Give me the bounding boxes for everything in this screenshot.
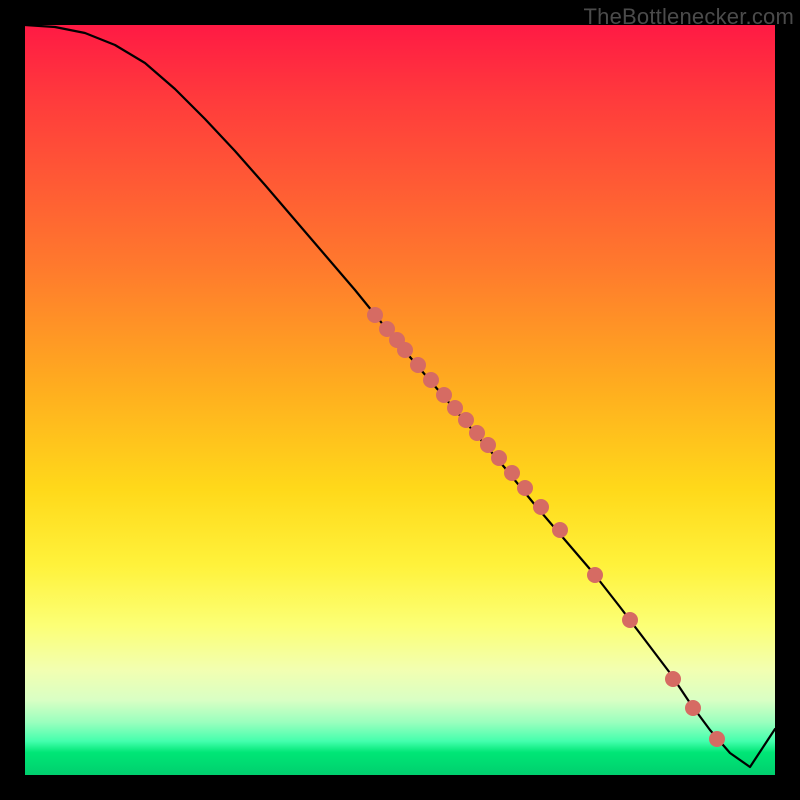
chart-svg: [25, 25, 775, 775]
data-point: [504, 465, 520, 481]
data-point: [587, 567, 603, 583]
data-point: [469, 425, 485, 441]
data-point: [685, 700, 701, 716]
data-point: [447, 400, 463, 416]
data-point: [458, 412, 474, 428]
data-point: [709, 731, 725, 747]
data-point: [517, 480, 533, 496]
curve-group: [25, 25, 775, 767]
data-point: [533, 499, 549, 515]
data-point: [665, 671, 681, 687]
data-point: [491, 450, 507, 466]
data-point: [436, 387, 452, 403]
data-point: [397, 342, 413, 358]
scatter-markers: [367, 307, 725, 747]
data-point: [480, 437, 496, 453]
data-point: [410, 357, 426, 373]
data-point: [552, 522, 568, 538]
data-point: [622, 612, 638, 628]
chart-frame: TheBottlenecker.com: [0, 0, 800, 800]
bottleneck-curve: [25, 25, 775, 767]
watermark-label: TheBottlenecker.com: [584, 4, 794, 30]
data-point: [367, 307, 383, 323]
data-point: [423, 372, 439, 388]
plot-area: [25, 25, 775, 775]
